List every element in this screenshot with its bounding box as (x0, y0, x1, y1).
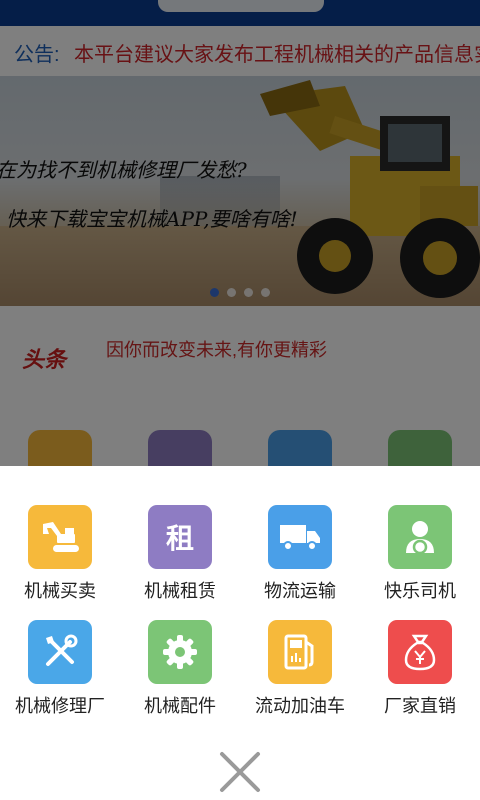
menu-label: 机械配件 (144, 696, 216, 716)
truck-icon (268, 505, 332, 569)
excavator-icon (28, 505, 92, 569)
driver-icon (388, 505, 452, 569)
menu-label: 物流运输 (264, 581, 336, 601)
menu-label: 流动加油车 (255, 696, 345, 716)
menu-item-repair-shop[interactable]: 机械修理厂 (0, 620, 120, 730)
gear-icon (148, 620, 212, 684)
rent-icon-text: 租 (165, 522, 194, 555)
money-bag-icon (388, 620, 452, 684)
menu-item-machine-rental[interactable]: 租 机械租赁 (120, 505, 240, 615)
close-icon (220, 752, 260, 792)
menu-label: 快乐司机 (384, 581, 456, 601)
dim-overlay[interactable] (0, 0, 480, 466)
menu-item-machine-trade[interactable]: 机械买卖 (0, 505, 120, 615)
fuel-pump-icon (268, 620, 332, 684)
close-button[interactable] (214, 746, 266, 798)
menu-item-mobile-fuel-truck[interactable]: 流动加油车 (240, 620, 360, 730)
rent-icon: 租 (148, 505, 212, 569)
menu-item-factory-direct[interactable]: 厂家直销 (360, 620, 480, 730)
menu-label: 厂家直销 (384, 696, 456, 716)
menu-label: 机械租赁 (144, 581, 216, 601)
menu-item-logistics[interactable]: 物流运输 (240, 505, 360, 615)
repair-tools-icon (28, 620, 92, 684)
category-sheet: 机械买卖 租 机械租赁 物流运输 快乐司机 机械修理厂 机械配件 流动加油车 厂… (0, 466, 480, 800)
menu-label: 机械修理厂 (15, 696, 105, 716)
menu-label: 机械买卖 (24, 581, 96, 601)
menu-item-happy-driver[interactable]: 快乐司机 (360, 505, 480, 615)
menu-item-machine-parts[interactable]: 机械配件 (120, 620, 240, 730)
